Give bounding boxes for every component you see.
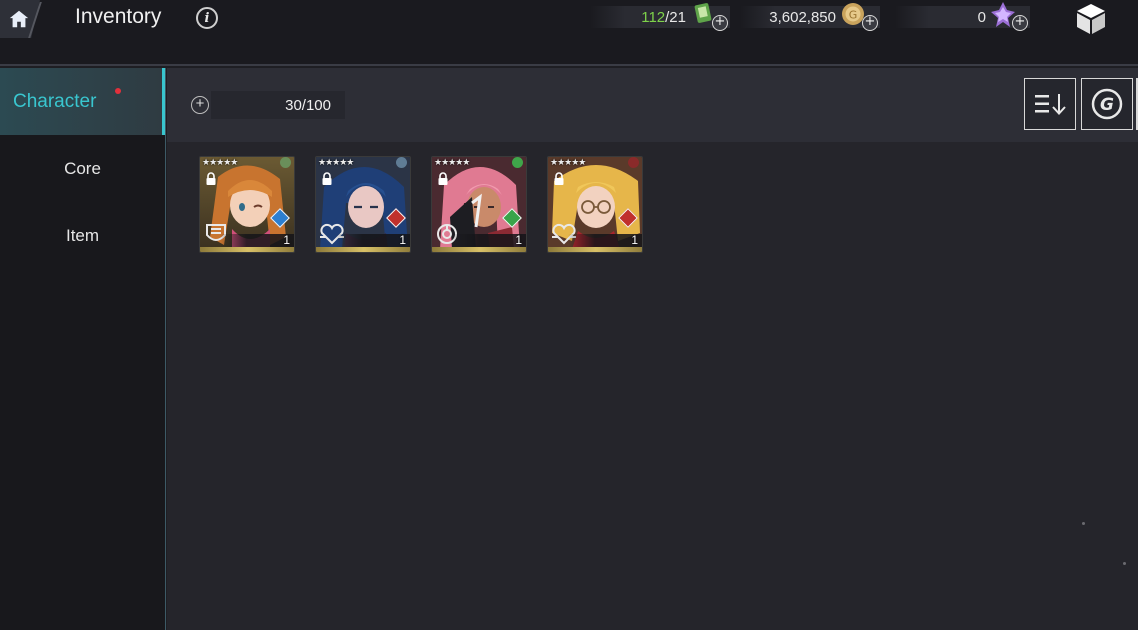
- category-sidebar: Character Core Item: [0, 68, 166, 630]
- gold-counter: 3,602,850 G +: [740, 3, 880, 31]
- character-card[interactable]: ★★★★★ 1: [199, 156, 295, 253]
- page-title: Inventory: [75, 5, 162, 28]
- rarity-bar: [548, 247, 642, 252]
- element-badge-icon: [396, 157, 407, 168]
- character-card[interactable]: ★★★★★ 1: [547, 156, 643, 253]
- gem-add-button[interactable]: +: [1012, 15, 1028, 31]
- sidebar-item-label: Item: [65, 225, 100, 245]
- sort-button[interactable]: [1024, 78, 1076, 130]
- rarity-stars: ★★★★★: [202, 157, 238, 167]
- notification-dot: [115, 88, 121, 94]
- svg-text:G: G: [1100, 95, 1114, 115]
- gem-counter: 0 +: [895, 2, 1030, 31]
- lock-icon: [554, 172, 564, 185]
- rarity-stars: ★★★★★: [318, 157, 354, 167]
- top-bar: Inventory i 112/21 + 3,602,850 G + 0 +: [0, 0, 1138, 66]
- sidebar-item-item[interactable]: Item: [0, 202, 165, 269]
- sidebar-item-label: Core: [64, 158, 101, 178]
- sort-descending-icon: [1035, 94, 1066, 115]
- stamina-counter: 112/21 +: [590, 3, 730, 31]
- capacity-counter: 30/100: [211, 91, 345, 119]
- stamina-current: 112: [641, 8, 666, 26]
- info-icon[interactable]: i: [196, 7, 218, 29]
- element-badge-icon: [512, 157, 523, 168]
- sidebar-item-core[interactable]: Core: [0, 135, 165, 202]
- gold-add-button[interactable]: +: [862, 15, 878, 31]
- g-circle-icon: G: [1091, 88, 1123, 120]
- package-box-icon[interactable]: [1073, 2, 1109, 36]
- svg-text:G: G: [849, 9, 858, 22]
- gem-value: 0: [977, 8, 986, 26]
- element-badge-icon: [628, 157, 639, 168]
- rarity-bar: [200, 247, 294, 252]
- quantity-label: 1: [283, 233, 290, 247]
- lock-icon: [438, 172, 448, 185]
- background-speck: [1082, 522, 1085, 525]
- inventory-toolbar: + 30/100 G: [167, 68, 1138, 142]
- quantity-label: 1: [631, 233, 638, 247]
- character-card[interactable]: ★★★★★ 1: [315, 156, 411, 253]
- rarity-stars: ★★★★★: [550, 157, 586, 167]
- quantity-label: 1: [399, 233, 406, 247]
- stamina-add-button[interactable]: +: [712, 15, 728, 31]
- stamina-max: /21: [665, 8, 686, 26]
- quantity-label: 1: [515, 233, 522, 247]
- rarity-stars: ★★★★★: [434, 157, 470, 167]
- background-speck: [1123, 562, 1126, 565]
- sidebar-item-label: Character: [13, 90, 97, 112]
- gold-value: 3,602,850: [769, 8, 836, 26]
- character-grid: ★★★★★ 1 ★★★★★ 1 ★★★★★ 1 ★★★★★ 1: [167, 142, 1138, 630]
- sidebar-item-character[interactable]: Character: [0, 68, 165, 135]
- lock-icon: [322, 172, 332, 185]
- rarity-bar: [316, 247, 410, 252]
- expand-capacity-button[interactable]: +: [191, 96, 209, 114]
- element-badge-icon: [280, 157, 291, 168]
- rarity-bar: [432, 247, 526, 252]
- home-icon: [9, 10, 29, 28]
- lock-icon: [206, 172, 216, 185]
- g-filter-button[interactable]: G: [1081, 78, 1133, 130]
- character-card[interactable]: ★★★★★ 1: [431, 156, 527, 253]
